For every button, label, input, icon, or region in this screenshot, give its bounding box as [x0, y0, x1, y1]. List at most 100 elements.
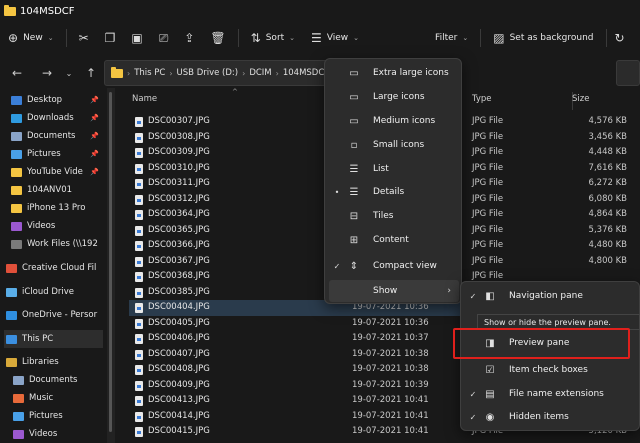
sidebar-item-downloads[interactable]: Downloads 📌 — [11, 109, 105, 127]
new-button[interactable]: ⊕ New ⌄ — [0, 26, 62, 50]
sidebar-item-onedrive[interactable]: OneDrive - Persor — [6, 306, 105, 324]
rotate-button[interactable]: ↻ — [611, 26, 629, 50]
menu-item-extra-large-icons[interactable]: ▭ Extra large icons — [329, 62, 459, 84]
filter-button[interactable]: Filter ⌄ — [427, 26, 476, 50]
image-file-icon — [135, 396, 143, 406]
file-date: 19-07-2021 10:39 — [352, 380, 429, 390]
menu-item-tiles[interactable]: ⊟ Tiles — [329, 205, 459, 227]
sidebar-item-iphone-13-pro[interactable]: iPhone 13 Pro — [11, 199, 105, 217]
details-icon: ☰ — [349, 186, 359, 198]
menu-item-label: File name extensions — [509, 389, 604, 399]
address-bar[interactable]: › This PC › USB Drive (D:) › DCIM › 104M… — [104, 60, 328, 86]
paste-button[interactable]: ▣ — [123, 26, 150, 50]
breadcrumb-this-pc[interactable]: This PC — [134, 68, 165, 78]
sort-icon: ⇅ — [250, 31, 261, 45]
title-bar: 104MSDCF — [0, 0, 640, 22]
menu-item-label: Compact view — [373, 261, 437, 271]
file-name: DSC00404.JPG — [148, 302, 210, 312]
forward-button[interactable]: → — [36, 66, 58, 80]
navigation-pane-icon: ◧ — [485, 290, 495, 302]
sidebar-item-pictures[interactable]: Pictures 📌 — [11, 145, 105, 163]
sidebar-item-this-pc[interactable]: This PC — [4, 330, 103, 348]
menu-item-medium-icons[interactable]: ▭ Medium icons — [329, 110, 459, 132]
pictures-icon — [11, 149, 22, 159]
menu-item-navigation-pane[interactable]: ✓ ◧ Navigation pane — [465, 285, 637, 307]
up-button[interactable]: ↑ — [80, 66, 102, 80]
back-button[interactable]: ← — [6, 66, 28, 80]
sidebar-item-libraries[interactable]: Libraries — [6, 353, 105, 371]
arrow-left-icon: ← — [11, 66, 23, 80]
highlight-box — [453, 328, 630, 359]
sort-button[interactable]: ⇅ Sort ⌄ — [243, 26, 303, 50]
file-name: DSC00409.JPG — [148, 380, 210, 390]
menu-item-content[interactable]: ⊞ Content — [329, 229, 459, 251]
file-name: DSC00309.JPG — [148, 147, 210, 157]
image-file-icon — [135, 303, 143, 313]
sidebar-item-library-pictures[interactable]: Pictures — [13, 407, 105, 425]
menu-item-label: List — [373, 164, 389, 174]
menu-item-hidden-items[interactable]: ✓ ◉ Hidden items — [465, 406, 637, 428]
menu-item-item-check-boxes[interactable]: ☑ Item check boxes — [465, 359, 637, 381]
sidebar-item-work-files[interactable]: Work Files (\\192 — [11, 235, 105, 253]
breadcrumb-usb-drive[interactable]: USB Drive (D:) — [177, 68, 239, 78]
menu-item-label: Show — [373, 286, 398, 296]
breadcrumb-current-folder[interactable]: 104MSDC — [283, 68, 324, 78]
sidebar-item-104anv01[interactable]: 104ANV01 — [11, 181, 105, 199]
menu-item-details[interactable]: • ☰ Details — [329, 181, 459, 203]
file-name: DSC00364.JPG — [148, 209, 210, 219]
menu-item-show[interactable]: Show › — [329, 280, 459, 302]
breadcrumb-dcim[interactable]: DCIM — [249, 68, 271, 78]
menu-item-compact-view[interactable]: ✓ ⇕ Compact view — [329, 255, 459, 277]
sidebar-item-desktop[interactable]: Desktop 📌 — [11, 91, 105, 109]
image-file-icon — [135, 226, 143, 236]
computer-icon — [6, 334, 17, 344]
sidebar-item-videos[interactable]: Videos — [11, 217, 105, 235]
menu-item-list[interactable]: ☰ List — [329, 158, 459, 180]
column-header-name[interactable]: Name — [132, 94, 157, 104]
view-icon: ☰ — [311, 31, 322, 45]
sidebar-item-youtube-videos[interactable]: YouTube Vide 📌 — [11, 163, 105, 181]
pin-icon: 📌 — [90, 96, 99, 104]
navigation-pane-scrollbar[interactable] — [107, 88, 115, 443]
image-file-icon — [135, 350, 143, 360]
content-icon: ⊞ — [349, 234, 359, 246]
window-title: 104MSDCF — [20, 5, 75, 17]
rename-button[interactable]: ⎚ — [151, 26, 177, 50]
file-size: 4,576 KB — [588, 116, 627, 126]
cut-button[interactable]: ✂ — [71, 26, 97, 50]
image-file-icon — [135, 272, 143, 282]
command-bar: ⊕ New ⌄ ✂ ❐ ▣ ⎚ ⇪ 🗑 ⇅ Sort ⌄ ☰ View ⌄ Fi… — [0, 22, 640, 54]
navigation-pane: Desktop 📌 Downloads 📌 Documents 📌 Pictures 📌… — [0, 88, 107, 443]
background-icon: ▨ — [493, 31, 505, 45]
column-header-size[interactable]: Size — [572, 94, 589, 104]
copy-button[interactable]: ❐ — [97, 26, 124, 50]
menu-item-small-icons[interactable]: ▫ Small icons — [329, 134, 459, 156]
sidebar-item-icloud-drive[interactable]: iCloud Drive — [6, 283, 105, 301]
paste-icon: ▣ — [131, 31, 143, 45]
menu-item-file-name-extensions[interactable]: ✓ ▤ File name extensions — [465, 383, 637, 405]
column-header-type[interactable]: Type — [472, 94, 492, 104]
trash-icon: 🗑 — [210, 31, 226, 45]
documents-icon — [11, 131, 22, 141]
image-file-icon — [135, 195, 143, 205]
view-button[interactable]: ☰ View ⌄ — [303, 26, 367, 50]
sidebar-item-label: Libraries — [22, 357, 59, 367]
delete-button[interactable]: 🗑 — [202, 26, 233, 50]
set-background-button[interactable]: ▨ Set as background — [485, 26, 601, 50]
share-button[interactable]: ⇪ — [176, 26, 202, 50]
pin-icon: 📌 — [90, 132, 99, 140]
sidebar-item-documents[interactable]: Documents 📌 — [11, 127, 105, 145]
recent-locations-button[interactable]: ⌄ — [58, 69, 80, 78]
item-check-boxes-icon: ☑ — [485, 364, 495, 376]
image-file-icon — [135, 427, 143, 437]
sidebar-item-library-documents[interactable]: Documents — [13, 371, 105, 389]
sidebar-item-creative-cloud[interactable]: Creative Cloud Fil — [6, 259, 105, 277]
search-input[interactable] — [616, 60, 640, 86]
image-file-icon — [135, 381, 143, 391]
sidebar-item-music[interactable]: Music — [13, 389, 105, 407]
menu-item-large-icons[interactable]: ▭ Large icons — [329, 86, 459, 108]
chevron-down-icon: ⌄ — [353, 34, 360, 42]
file-name: DSC00310.JPG — [148, 163, 210, 173]
file-type: JPG File — [472, 256, 504, 266]
sidebar-item-library-videos[interactable]: Videos — [13, 425, 105, 443]
